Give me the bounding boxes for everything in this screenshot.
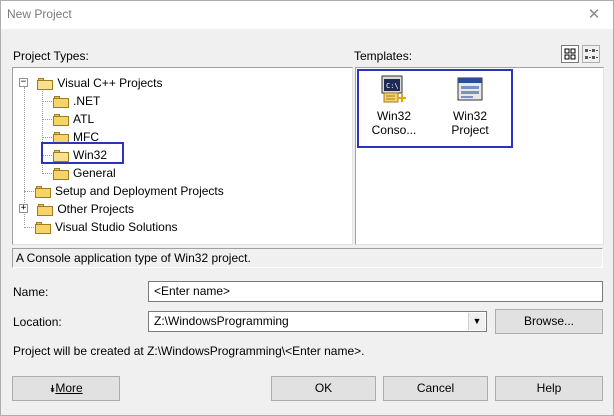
new-project-dialog: New Project ✕ Project Types: Templates:	[0, 0, 614, 416]
tree-item-label: Setup and Deployment Projects	[55, 184, 224, 198]
name-input[interactable]: <Enter name>	[148, 281, 603, 302]
window-title: New Project	[7, 7, 72, 21]
location-combo[interactable]: Z:\WindowsProgramming ▼	[148, 311, 487, 332]
title-bar: New Project ✕	[1, 1, 613, 29]
tree-item-other-projects[interactable]: + Other Projects	[17, 200, 134, 218]
chevron-down-icon[interactable]: ▼	[468, 313, 485, 330]
folder-icon	[53, 95, 69, 108]
ok-button[interactable]: OK	[271, 376, 376, 401]
tree-item-visual-cpp-projects[interactable]: − Visual C++ Projects	[17, 74, 163, 92]
collapse-icon[interactable]: −	[19, 78, 28, 87]
folder-icon	[35, 221, 51, 234]
tree-item-label: General	[73, 166, 116, 180]
large-icons-icon	[564, 48, 576, 60]
name-label: Name:	[13, 285, 49, 299]
expand-icon[interactable]: +	[19, 204, 28, 213]
tree-item-general[interactable]: General	[53, 164, 116, 182]
help-button[interactable]: Help	[495, 376, 603, 401]
folder-open-icon	[37, 77, 54, 90]
large-icons-view-button[interactable]	[561, 45, 579, 63]
tree-item-setup-deployment[interactable]: Setup and Deployment Projects	[35, 182, 224, 200]
list-icon	[585, 49, 598, 59]
tree-item-label: Visual C++ Projects	[57, 76, 163, 90]
browse-button[interactable]: Browse...	[495, 309, 603, 334]
more-label: More	[55, 381, 83, 395]
project-path-info: Project will be created at Z:\WindowsPro…	[13, 344, 365, 358]
win32-highlight-box	[41, 142, 124, 164]
folder-icon	[37, 203, 54, 216]
tree-item-vs-solutions[interactable]: Visual Studio Solutions	[35, 218, 178, 236]
templates-highlight-box	[357, 69, 513, 148]
tree-item-label: ATL	[73, 112, 95, 126]
location-label: Location:	[13, 315, 62, 329]
close-icon[interactable]: ✕	[585, 6, 603, 24]
folder-icon	[53, 167, 69, 180]
tree-item-atl[interactable]: ATL	[53, 110, 94, 128]
tree-item-dotnet[interactable]: .NET	[53, 92, 100, 110]
template-description: A Console application type of Win32 proj…	[12, 248, 603, 268]
folder-icon	[53, 113, 69, 126]
tree-item-label: .NET	[73, 94, 101, 108]
tree-item-label: Visual Studio Solutions	[55, 220, 178, 234]
folder-icon	[35, 185, 51, 198]
more-button[interactable]: ⯯More	[12, 376, 120, 401]
cancel-button[interactable]: Cancel	[383, 376, 488, 401]
templates-label: Templates:	[354, 49, 413, 63]
list-view-button[interactable]	[582, 45, 600, 63]
location-value: Z:\WindowsProgramming	[154, 314, 289, 328]
tree-item-label: Other Projects	[57, 202, 135, 216]
project-types-label: Project Types:	[13, 49, 89, 63]
